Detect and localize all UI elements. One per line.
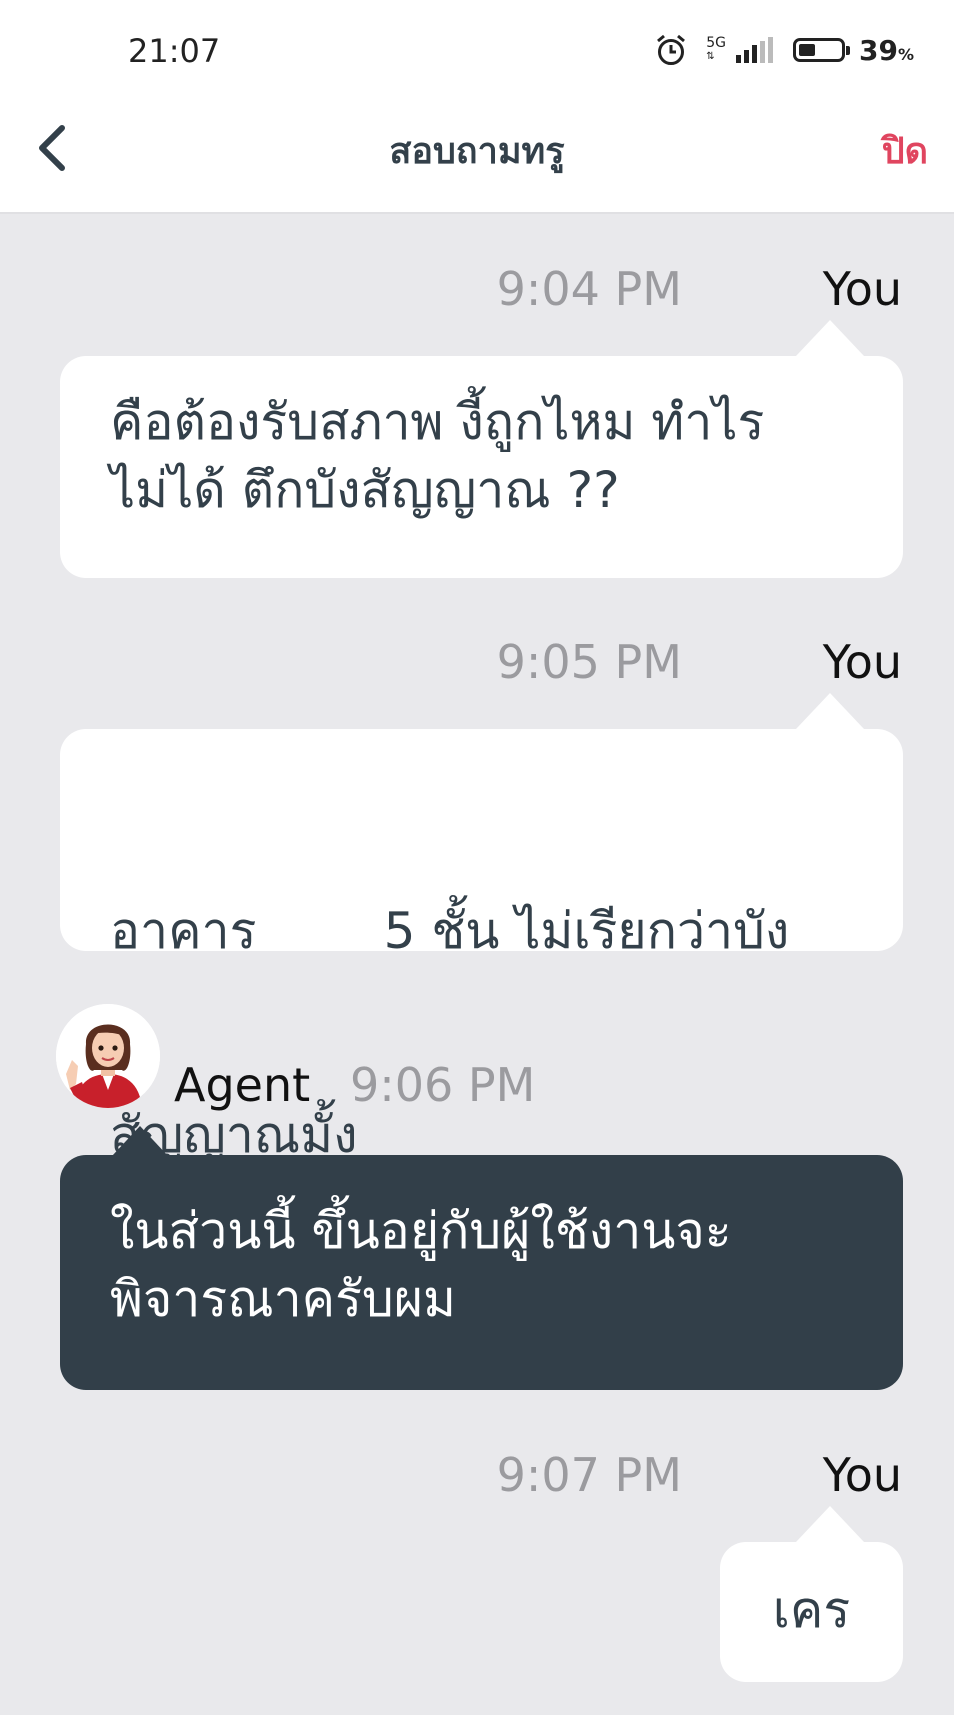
user-message-bubble: อาคาร 5 ชั้น ไม่เรียกว่าบัง สัญญาณมั้ง [60,729,903,1164]
message-sender: You [822,1448,902,1502]
message-time: 9:05 PM [496,635,682,689]
battery-icon [793,38,850,62]
bubble-tail [112,1126,168,1156]
close-button[interactable]: ปิด [882,122,928,179]
battery-fill [799,44,815,56]
message-line: คือต้องรับสภาพ งี้ถูกไหม ทำไร [110,393,765,451]
bubble-tail [796,1506,864,1542]
message-time: 9:06 PM [350,1058,536,1112]
message-time: 9:07 PM [496,1448,682,1502]
status-icons: 5G ⇅ 39% [654,30,914,70]
message-time: 9:04 PM [496,262,682,316]
signal-icon [736,37,773,63]
message-sender: Agent [174,1058,311,1112]
alarm-clock-icon [657,34,686,65]
status-time: 21:07 [128,32,221,70]
message-line: ไม่ได้ ตึกบังสัญญาณ ?? [110,461,620,519]
agent-message-bubble: ในส่วนนี้ ขึ้นอยู่กับผู้ใช้งานจะ พิจารณา… [60,1155,903,1390]
user-message-bubble: เคร [720,1542,903,1682]
bubble-tail [796,320,864,356]
message-sender: You [822,635,902,689]
message-line: ในส่วนนี้ ขึ้นอยู่กับผู้ใช้งานจะ [110,1202,732,1260]
bubble-tail [796,693,864,729]
message-line: อาคาร 5 ชั้น ไม่เรียกว่าบัง [110,902,790,960]
message-line: เคร [772,1581,851,1639]
network-indicator: 5G ⇅ [706,35,726,62]
nav-bar: สอบถามทรู ปิด [0,88,954,214]
agent-avatar [56,1004,160,1108]
network-type: 5G [706,35,726,51]
user-message-bubble: คือต้องรับสภาพ งี้ถูกไหม ทำไร ไม่ได้ ตึก… [60,356,903,578]
battery-percent: 39% [859,33,914,67]
status-bar: 21:07 5G ⇅ 39% [0,0,954,88]
message-sender: You [822,262,902,316]
message-line: พิจารณาครับผม [110,1270,456,1328]
page-title: สอบถามทรู [389,131,565,172]
